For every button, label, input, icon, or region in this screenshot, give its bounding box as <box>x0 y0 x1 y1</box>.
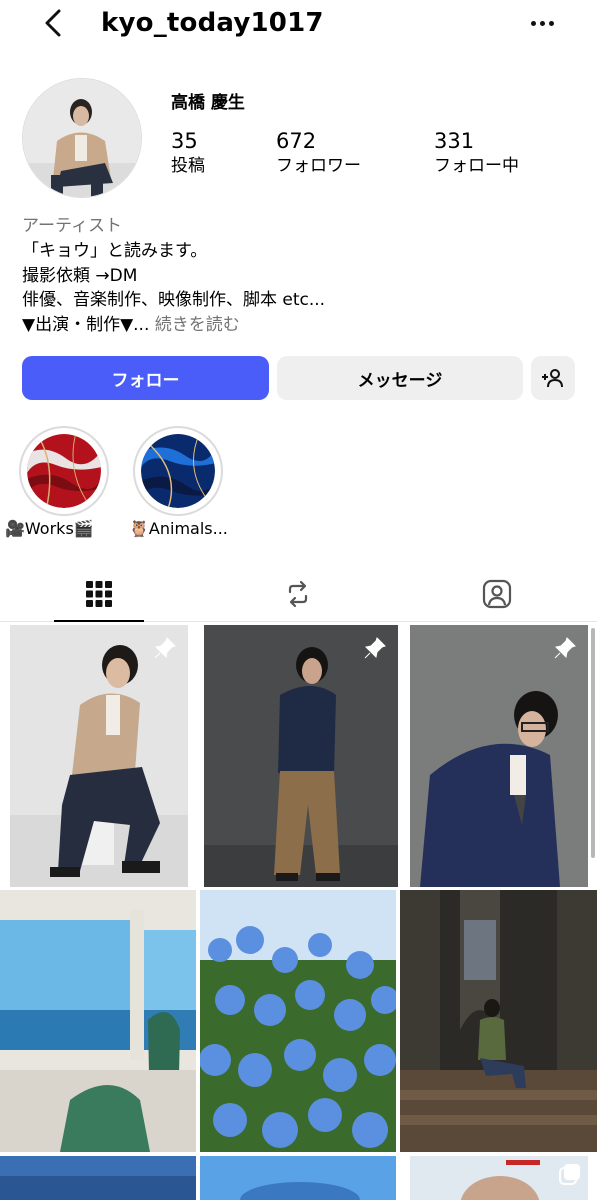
following-count[interactable]: 331 フォロー中 <box>434 128 519 178</box>
stat-label: 投稿 <box>171 156 205 176</box>
stat-label: フォロー中 <box>434 156 519 176</box>
post-thumbnail[interactable] <box>400 890 597 1152</box>
post-thumbnail[interactable] <box>200 890 396 1152</box>
stat-number: 35 <box>171 129 198 153</box>
highlight-cover <box>27 434 101 508</box>
read-more-link[interactable]: 続きを読む <box>155 315 240 335</box>
avatar[interactable] <box>22 78 142 198</box>
stat-number: 331 <box>434 129 475 153</box>
bio-line: 「キョウ」と読みます。 <box>22 240 208 261</box>
highlight-label: 🦉Animals... <box>129 519 228 538</box>
tagged-person-icon <box>482 579 512 609</box>
message-button[interactable]: メッセージ <box>277 356 523 400</box>
pinned-icon <box>554 637 576 659</box>
bio-line: 撮影依頼 →DM <box>22 265 138 286</box>
highlight-cover <box>141 434 215 508</box>
add-person-icon <box>542 369 563 388</box>
pinned-icon <box>364 637 386 659</box>
highlight-animals[interactable]: 🦉Animals... <box>129 426 228 538</box>
scrollbar[interactable] <box>591 628 595 858</box>
active-tab-indicator <box>54 620 144 622</box>
tab-posts-grid[interactable] <box>39 566 159 622</box>
more-options-button[interactable] <box>522 6 562 40</box>
post-thumbnail[interactable] <box>204 625 398 887</box>
post-thumbnail[interactable] <box>410 1156 588 1200</box>
grid-icon <box>86 581 112 607</box>
post-thumbnail[interactable] <box>0 1156 196 1200</box>
suggested-accounts-button[interactable] <box>531 356 575 400</box>
profile-bio: アーティスト 「キョウ」と読みます。 撮影依頼 →DM 俳優、音楽制作、映像制作… <box>22 214 325 338</box>
top-bar: kyo_today1017 <box>0 0 597 50</box>
chevron-left-icon <box>45 9 61 37</box>
profile-tabs <box>0 566 597 622</box>
stat-label: フォロワー <box>276 156 361 176</box>
highlight-works[interactable]: 🎥Works🎬 <box>5 426 109 538</box>
post-thumbnail[interactable] <box>410 625 588 887</box>
tab-tagged[interactable] <box>437 566 557 622</box>
followers-count[interactable]: 672 フォロワー <box>276 128 361 178</box>
profile-username: kyo_today1017 <box>101 8 324 38</box>
bio-line: ▼出演・制作▼... <box>22 315 150 336</box>
follow-button[interactable]: フォロー <box>22 356 269 400</box>
post-thumbnail[interactable] <box>200 1156 396 1200</box>
post-thumbnail[interactable] <box>10 625 188 887</box>
pinned-icon <box>154 637 176 659</box>
more-horizontal-icon <box>530 20 536 26</box>
tab-reposts[interactable] <box>238 566 358 622</box>
reels-repost-icon <box>288 580 308 608</box>
profile-full-name: 高橋 慶生 <box>171 93 245 113</box>
bio-line: 俳優、音楽制作、映像制作、脚本 etc... <box>22 290 326 311</box>
post-thumbnail[interactable] <box>0 890 196 1152</box>
posts-count: 35 投稿 <box>171 128 205 178</box>
stat-number: 672 <box>276 129 317 153</box>
multiple-images-icon <box>559 1164 580 1185</box>
highlight-label: 🎥Works🎬 <box>5 519 94 538</box>
back-button[interactable] <box>36 6 70 40</box>
bio-category: アーティスト <box>22 216 122 236</box>
